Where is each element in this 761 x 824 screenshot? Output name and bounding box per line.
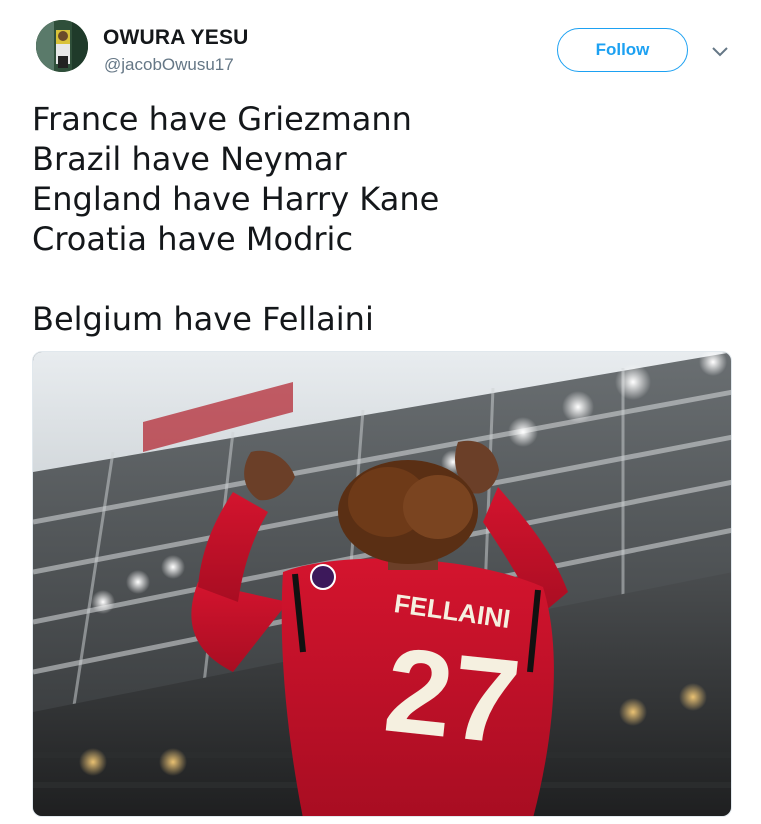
stadium-photo: FELLAINI 27 xyxy=(33,352,731,816)
follow-button[interactable]: Follow xyxy=(557,28,688,72)
jersey-number: 27 xyxy=(379,623,526,770)
tweet-text: France have Griezmann Brazil have Neymar… xyxy=(32,99,732,339)
chevron-down-icon[interactable] xyxy=(709,42,731,62)
avatar-image xyxy=(36,20,88,72)
tweet-text-spacer xyxy=(32,259,732,299)
tweet-header: OWURA YESU @jacobOwusu17 Follow xyxy=(0,0,761,95)
avatar[interactable] xyxy=(36,20,88,72)
tweet-text-line: Belgium have Fellaini xyxy=(32,300,374,338)
user-handle[interactable]: @jacobOwusu17 xyxy=(104,55,234,75)
tweet-media-photo[interactable]: FELLAINI 27 xyxy=(32,351,732,817)
tweet-text-line: England have Harry Kane xyxy=(32,180,440,218)
display-name[interactable]: OWURA YESU xyxy=(103,26,249,50)
tweet-text-line: Brazil have Neymar xyxy=(32,140,347,178)
tweet-text-line: Croatia have Modric xyxy=(32,220,354,258)
tweet-text-line: France have Griezmann xyxy=(32,100,412,138)
